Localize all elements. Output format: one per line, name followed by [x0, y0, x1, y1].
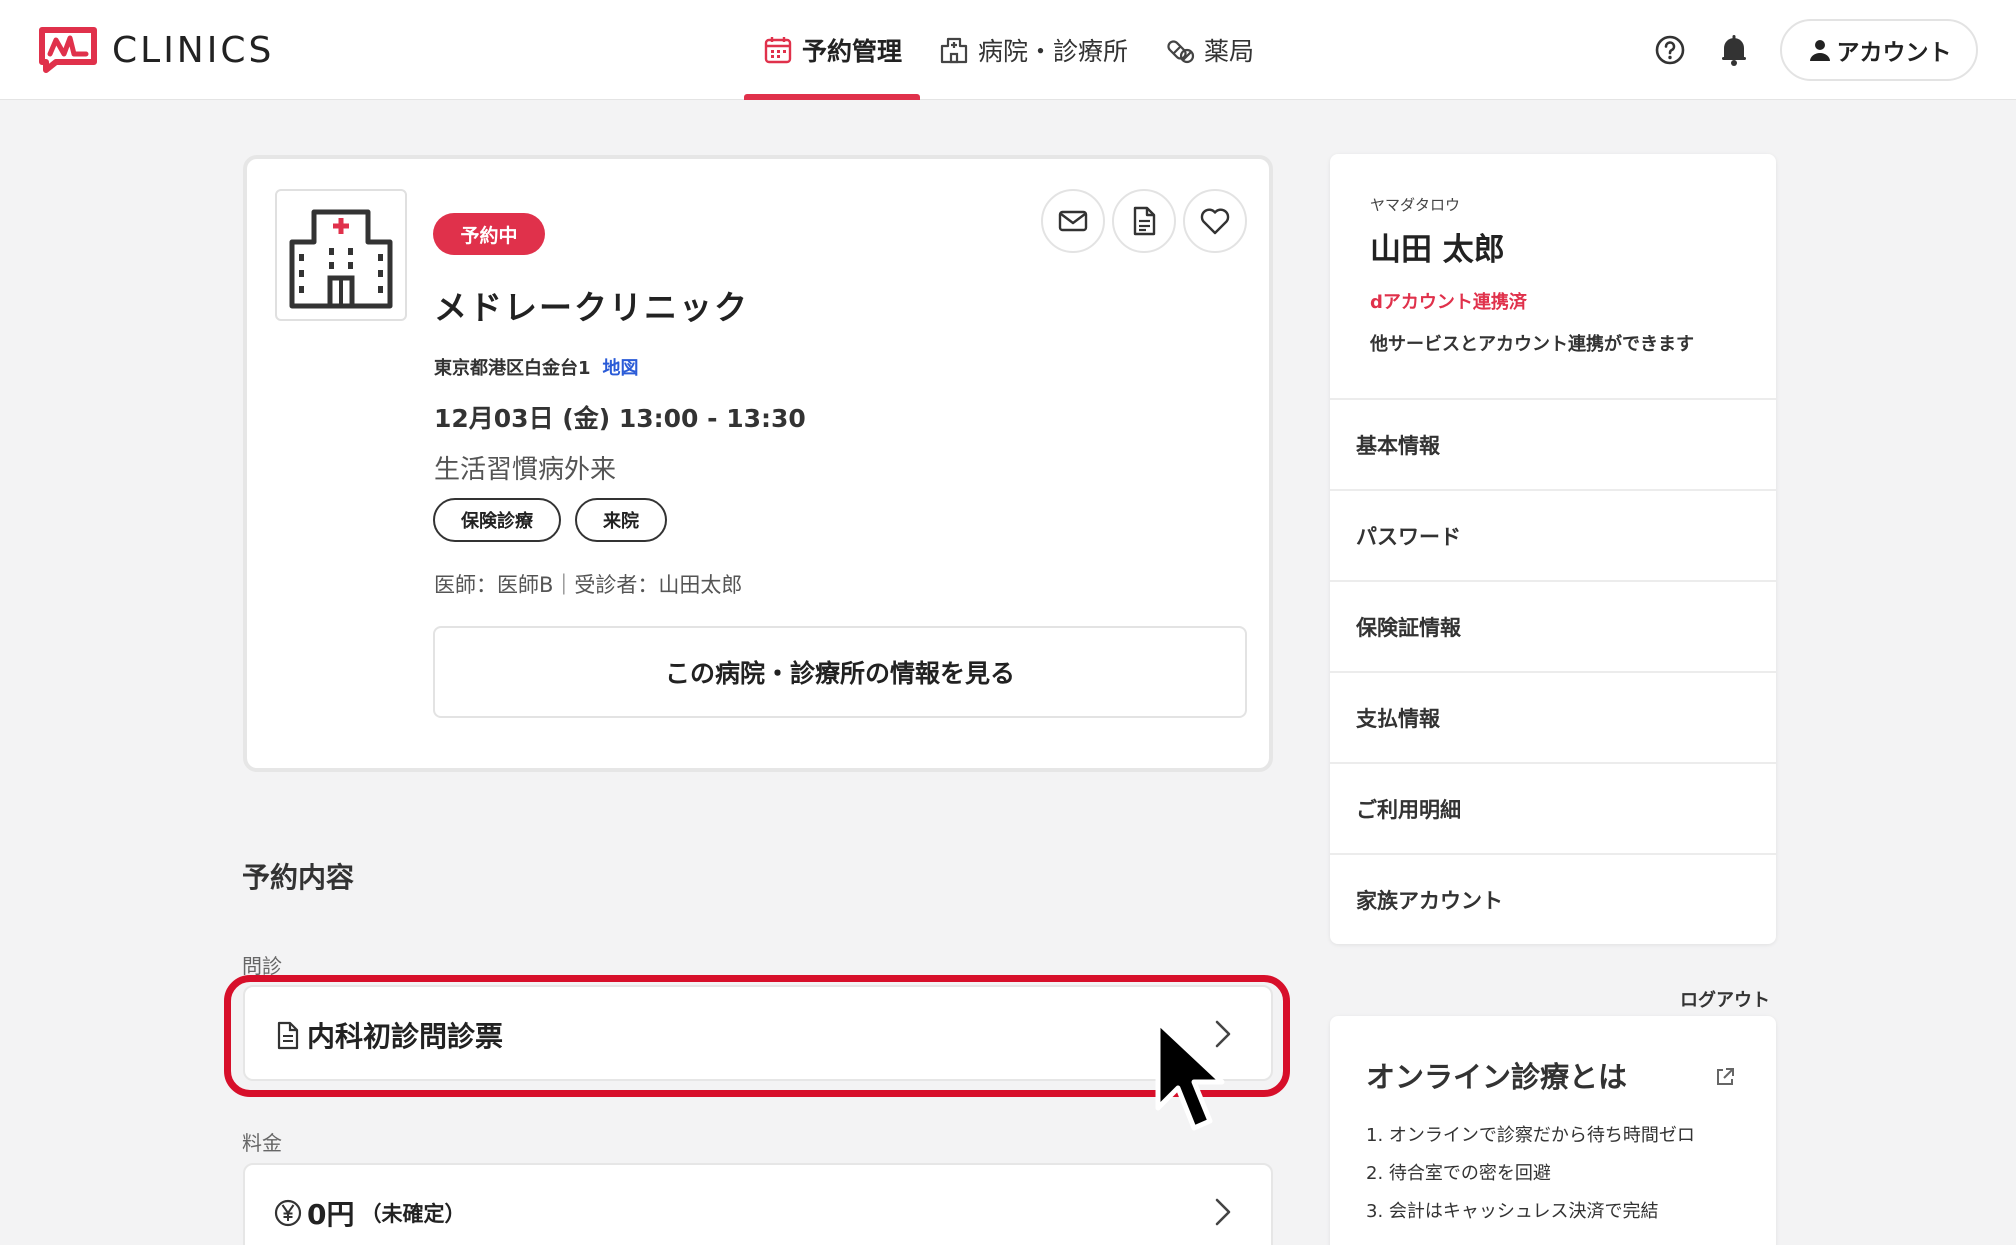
section-title: 予約内容: [242, 861, 355, 894]
heart-icon: [1200, 208, 1230, 235]
account-menu: 基本情報 パスワード 保険証情報 支払情報 ご利用明細 家族アカウント: [1330, 398, 1776, 944]
main-nav: 予約管理 病院・診療所 薬局: [744, 0, 1272, 100]
menu-payment[interactable]: 支払情報: [1330, 671, 1776, 762]
menu-family-account[interactable]: 家族アカウント: [1330, 853, 1776, 944]
nav-label-pharmacy: 薬局: [1204, 37, 1255, 66]
document-icon: [277, 1021, 299, 1050]
d-account-note: 他サービスとアカウント連携ができます: [1370, 334, 1694, 355]
menu-password[interactable]: パスワード: [1330, 489, 1776, 580]
document-button[interactable]: [1112, 189, 1176, 253]
document-icon: [1133, 206, 1156, 236]
questionnaire-title: 内科初診問診票: [307, 1020, 504, 1053]
header-icons: [1650, 30, 1778, 70]
appointment-card: 予約中 メドレークリニック 東京都港区白金台1 地図 12月03日 (金) 13…: [243, 155, 1273, 772]
tag-visit: 来院: [575, 498, 667, 542]
mail-icon: [1058, 210, 1088, 232]
clinic-name: メドレークリニック: [434, 288, 749, 327]
nav-reservations[interactable]: 予約管理: [744, 0, 921, 100]
online-benefits-list: 1. オンラインで診察だから待ち時間ゼロ 2. 待合室での密を回避 3. 会計は…: [1366, 1124, 1695, 1238]
fee-item: 0円 （未確定）: [273, 1193, 465, 1233]
menu-basic-info[interactable]: 基本情報: [1330, 398, 1776, 489]
clinics-logo[interactable]: CLINICS: [36, 26, 274, 74]
brand-name: CLINICS: [112, 29, 275, 71]
top-bar: CLINICS 予約管理 病院・診療所 薬局 アカウント: [0, 0, 2016, 100]
user-name: 山田 太郎: [1370, 232, 1505, 268]
list-item: 1. オンラインで診察だから待ち時間ゼロ: [1366, 1125, 1695, 1146]
bell-icon[interactable]: [1714, 30, 1754, 70]
nav-hospitals[interactable]: 病院・診療所: [920, 0, 1146, 100]
hospital-building-icon: [289, 209, 393, 309]
external-link-icon[interactable]: [1714, 1066, 1736, 1088]
calendar-icon: [764, 37, 792, 64]
questionnaire-row[interactable]: 内科初診問診票: [243, 985, 1273, 1081]
account-label: アカウント: [1836, 40, 1952, 66]
appointment-tags: 保険診療 来院: [433, 498, 681, 542]
user-icon: [1809, 40, 1830, 61]
message-button[interactable]: [1041, 189, 1105, 253]
nav-label-hospitals: 病院・診療所: [978, 37, 1129, 66]
d-account-status[interactable]: dアカウント連携済: [1370, 288, 1527, 314]
nav-label-reservations: 予約管理: [802, 37, 903, 66]
clinic-address: 東京都港区白金台1 地図: [434, 354, 639, 380]
questionnaire-label: 問診: [242, 954, 282, 978]
staff-info: 医師：医師B｜受診者：山田太郎: [434, 573, 743, 597]
nav-pharmacy[interactable]: 薬局: [1146, 0, 1272, 100]
logout-link[interactable]: ログアウト: [1680, 986, 1770, 1012]
yen-icon: [274, 1199, 302, 1227]
clinic-info-button[interactable]: この病院・診療所の情報を見る: [433, 626, 1247, 718]
user-name-kana: ヤマダタロウ: [1370, 196, 1461, 214]
list-item: 3. 会計はキャッシュレス決済で完結: [1366, 1201, 1659, 1222]
map-link[interactable]: 地図: [603, 358, 639, 379]
fee-amount: 0円: [307, 1198, 355, 1231]
questionnaire-item: 内科初診問診票: [273, 1015, 503, 1055]
favorite-button[interactable]: [1183, 189, 1247, 253]
fee-label: 料金: [242, 1131, 282, 1155]
address-text: 東京都港区白金台1: [434, 358, 591, 379]
fee-note: （未確定）: [360, 1202, 466, 1226]
profile-panel: ヤマダタロウ 山田 太郎 dアカウント連携済 他サービスとアカウント連携ができま…: [1330, 154, 1776, 944]
hospital-icon: [940, 37, 968, 64]
pill-icon: [1167, 40, 1195, 64]
card-actions: [1041, 189, 1254, 253]
status-badge: 予約中: [433, 213, 545, 255]
clinics-logo-icon: [39, 27, 97, 73]
appointment-datetime: 12月03日 (金) 13:00 - 13:30: [434, 404, 806, 433]
help-icon[interactable]: [1650, 30, 1690, 70]
tag-insurance: 保険診療: [433, 498, 561, 542]
account-button[interactable]: アカウント: [1780, 19, 1978, 81]
menu-insurance[interactable]: 保険証情報: [1330, 580, 1776, 671]
list-item: 2. 待合室での密を回避: [1366, 1163, 1551, 1184]
clinic-image: [275, 189, 407, 321]
fee-row[interactable]: 0円 （未確定）: [243, 1163, 1273, 1245]
online-consultation-panel: オンライン診療とは 1. オンラインで診察だから待ち時間ゼロ 2. 待合室での密…: [1330, 1016, 1776, 1245]
chevron-right-icon: [1215, 1198, 1231, 1226]
online-title[interactable]: オンライン診療とは: [1366, 1054, 1627, 1096]
department: 生活習慣病外来: [434, 455, 617, 485]
menu-usage-history[interactable]: ご利用明細: [1330, 762, 1776, 853]
mouse-cursor-icon: [1155, 1019, 1225, 1131]
